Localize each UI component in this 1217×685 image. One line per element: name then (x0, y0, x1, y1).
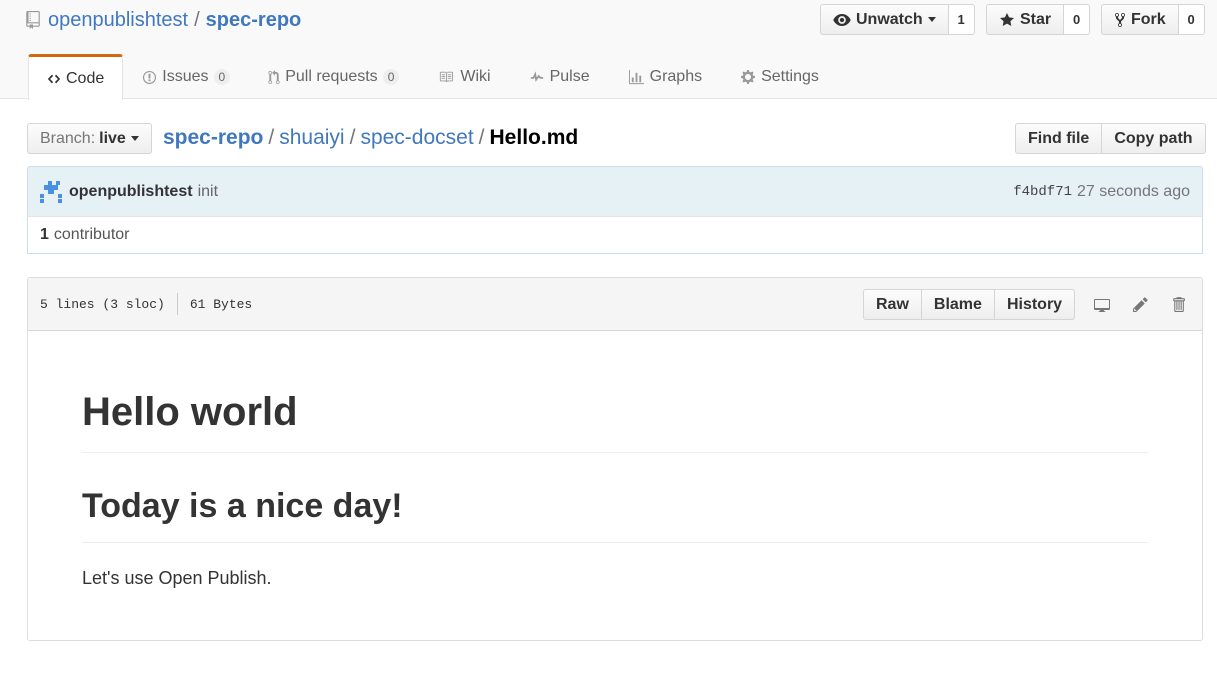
file-info-divider (176, 293, 178, 315)
markdown-body: Hello world Today is a nice day! Let's u… (28, 387, 1202, 588)
desktop-icon (1094, 298, 1111, 312)
fork-label: Fork (1131, 10, 1166, 28)
delete-button[interactable] (1165, 289, 1191, 320)
file-nav-buttons: Find file Copy path (1015, 123, 1206, 154)
tab-wiki[interactable]: Wiki (418, 54, 509, 99)
commit-meta: f4bdf71 27 seconds ago (1013, 183, 1190, 201)
pull-request-icon (268, 69, 280, 84)
branch-value: live (99, 129, 126, 147)
star-label: Star (1020, 10, 1052, 28)
contributors-label: contributor (53, 226, 130, 243)
markdown-heading-1: Hello world (82, 387, 1148, 453)
branch-label: Branch: (40, 129, 96, 147)
breadcrumb-separator: / (268, 126, 275, 149)
tab-settings[interactable]: Settings (721, 54, 838, 99)
fork-button[interactable]: Fork (1101, 4, 1179, 35)
issues-count: 0 (213, 69, 231, 85)
file-info: 5 lines (3 sloc) 61 Bytes (40, 293, 252, 315)
commit-author-link[interactable]: openpublishtest (69, 183, 193, 201)
commit-tease: openpublishtest init f4bdf71 27 seconds … (27, 166, 1203, 217)
pencil-icon (1132, 297, 1148, 312)
commit-time: 27 seconds ago (1077, 182, 1190, 200)
graph-icon (628, 69, 644, 84)
breadcrumb-file-name: Hello.md (489, 126, 579, 149)
chevron-down-icon (927, 17, 936, 22)
file-lines: 5 lines (3 sloc) (40, 296, 165, 312)
file-header: 5 lines (3 sloc) 61 Bytes Raw Blame Hist… (28, 278, 1202, 331)
repo-name-link[interactable]: spec-repo (206, 7, 302, 33)
star-group: Star 0 (986, 4, 1091, 35)
commit-message-link[interactable]: init (198, 183, 218, 201)
pulse-icon (530, 71, 543, 82)
avatar[interactable] (40, 180, 62, 203)
watch-count[interactable]: 1 (948, 4, 975, 35)
chevron-down-icon (130, 136, 139, 141)
tab-issues[interactable]: Issues 0 (123, 54, 249, 99)
file-size: 61 Bytes (189, 296, 253, 312)
find-file-button[interactable]: Find file (1015, 123, 1103, 154)
tab-settings-label: Settings (761, 68, 819, 85)
contributors-summary: 1 contributor (27, 216, 1203, 254)
fork-count[interactable]: 0 (1178, 4, 1205, 35)
tab-issues-label: Issues (162, 68, 209, 85)
code-icon (47, 74, 61, 83)
unwatch-button[interactable]: Unwatch (820, 4, 949, 35)
tab-pull-requests[interactable]: Pull requests 0 (249, 54, 418, 99)
contributors-count: 1 (40, 226, 49, 243)
tab-code[interactable]: Code (28, 54, 124, 100)
eye-icon (833, 13, 851, 26)
repo-separator: / (194, 9, 200, 31)
breadcrumb-root-link[interactable]: spec-repo (163, 126, 263, 149)
edit-button[interactable] (1127, 289, 1153, 320)
book-icon (440, 71, 454, 83)
breadcrumb-dir-shuaiyi-link[interactable]: shuaiyi (279, 126, 344, 149)
star-button[interactable]: Star (986, 4, 1065, 35)
breadcrumb: spec-repo / shuaiyi / spec-docset / Hello.md (163, 124, 578, 152)
fork-icon (1115, 12, 1125, 27)
raw-button[interactable]: Raw (863, 289, 922, 320)
repo-icon (26, 11, 40, 29)
watch-group: Unwatch 1 (820, 4, 975, 35)
unwatch-label: Unwatch (856, 10, 923, 28)
breadcrumb-dir-spec-docset-link[interactable]: spec-docset (360, 126, 473, 149)
tab-wiki-label: Wiki (460, 68, 491, 85)
issue-icon (143, 70, 157, 84)
tab-pulse[interactable]: Pulse (510, 54, 609, 99)
tab-pull-requests-label: Pull requests (285, 68, 378, 85)
tab-graphs[interactable]: Graphs (609, 54, 721, 99)
commit-sha-link[interactable]: f4bdf71 (1013, 184, 1072, 200)
pull-requests-count: 0 (382, 69, 400, 85)
repo-nav-tabs: Code Issues 0 Pull requests 0 Wiki Pulse… (28, 54, 838, 100)
desktop-button[interactable] (1089, 289, 1115, 320)
fork-group: Fork 0 (1101, 4, 1205, 35)
repo-owner-link[interactable]: openpublishtest (48, 7, 188, 33)
breadcrumb-separator: / (478, 126, 485, 149)
repo-title: openpublishtest / spec-repo (26, 7, 301, 33)
markdown-paragraph: Let's use Open Publish. (82, 568, 272, 588)
file-view-buttons: Raw Blame History (863, 289, 1076, 320)
trash-icon (1172, 297, 1185, 312)
repo-header: openpublishtest / spec-repo Unwatch 1 St… (0, 0, 1217, 100)
star-icon (1000, 12, 1014, 26)
breadcrumb-separator: / (349, 126, 356, 149)
copy-path-button[interactable]: Copy path (1102, 123, 1206, 154)
gear-icon (741, 70, 756, 84)
tab-graphs-label: Graphs (649, 68, 703, 85)
file-actions: Raw Blame History (863, 289, 1191, 320)
branch-select-button[interactable]: Branch: live (27, 123, 152, 154)
file-box: 5 lines (3 sloc) 61 Bytes Raw Blame Hist… (27, 277, 1203, 641)
blame-button[interactable]: Blame (920, 289, 995, 320)
markdown-heading-2: Today is a nice day! (82, 485, 1148, 543)
tab-code-label: Code (66, 69, 105, 87)
star-count[interactable]: 0 (1064, 4, 1091, 35)
history-button[interactable]: History (993, 289, 1076, 320)
tab-pulse-label: Pulse (549, 68, 590, 85)
